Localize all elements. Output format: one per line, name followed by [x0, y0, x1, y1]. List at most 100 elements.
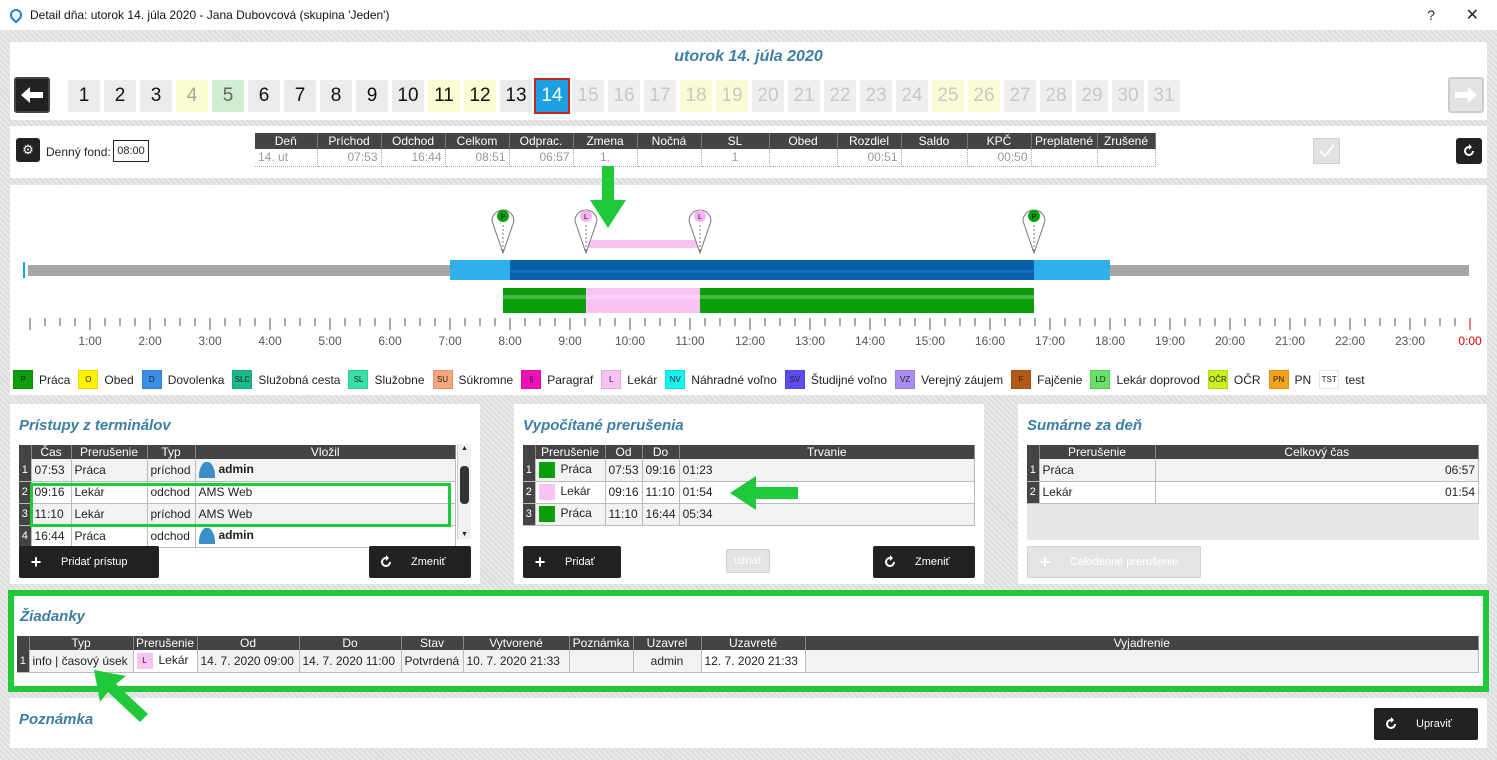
- confirm-check-button[interactable]: [1313, 138, 1340, 164]
- requests-title: Žiadanky: [20, 608, 86, 625]
- interruption-from: 09:16: [605, 481, 643, 504]
- legend-item-4: SL Služobne: [348, 370, 425, 389]
- arrow-left-icon: [21, 87, 43, 103]
- timeline-panel: P L L P 1:00 2:00 3:00 4:00 5:00 6:00 7:00 8:00 9:00…: [10, 185, 1487, 395]
- close-button[interactable]: ✕: [1466, 5, 1479, 25]
- legend-label: Fajčenie: [1037, 372, 1083, 387]
- scroll-up-icon[interactable]: ▲: [458, 445, 471, 452]
- day-summary-panel: ⚙ Denný fond: 08:00 Deň Príchod Odchod Celk…: [10, 126, 1487, 178]
- approve-button[interactable]: uznať: [726, 549, 770, 573]
- legend-swatch: SV: [784, 370, 805, 389]
- table-row[interactable]: 1 Práca 06:57: [1027, 459, 1479, 482]
- legend-item-1: O Obed: [78, 370, 134, 389]
- table-row[interactable]: 2 Lekár 01:54: [1027, 481, 1479, 504]
- total-time: 06:57: [1155, 459, 1479, 482]
- interruption-bar-2[interactable]: [700, 288, 1034, 313]
- check-icon: [1318, 144, 1335, 158]
- day-4[interactable]: 4: [176, 80, 208, 112]
- day-22[interactable]: 22: [824, 80, 856, 112]
- legend-item-2: D Dovolenka: [141, 370, 225, 389]
- legend-swatch: VZ: [895, 370, 916, 389]
- day-21[interactable]: 21: [788, 80, 820, 112]
- day-3[interactable]: 3: [140, 80, 172, 112]
- day-25[interactable]: 25: [932, 80, 964, 112]
- table-row[interactable]: 4 16:44 Práca odchod admin: [19, 525, 456, 548]
- day-fund-value[interactable]: 08:00: [113, 140, 149, 162]
- col-time: Čas: [31, 445, 72, 459]
- table-row[interactable]: 1 07:53 Práca príchod admin: [19, 459, 456, 482]
- day-18[interactable]: 18: [680, 80, 712, 112]
- change-access-button[interactable]: Zmeniť: [369, 546, 471, 578]
- legend-item-8: NV Náhradné voľno: [665, 370, 777, 389]
- col-type: Typ: [147, 445, 196, 459]
- approve-label: uznať: [734, 555, 762, 567]
- refresh-icon: [375, 551, 397, 573]
- day-13[interactable]: 13: [500, 80, 532, 112]
- day-1[interactable]: 1: [68, 80, 100, 112]
- interruption-bar-0[interactable]: [503, 288, 586, 313]
- day-26[interactable]: 26: [968, 80, 1000, 112]
- legend-swatch: §: [521, 370, 542, 389]
- day-5[interactable]: 5: [212, 80, 244, 112]
- scroll-down-icon[interactable]: ▼: [458, 531, 471, 538]
- prev-day-button[interactable]: [14, 77, 50, 113]
- fullday-interruption-label: Celodenné prerušenie: [1070, 556, 1179, 568]
- hour-label-7: 8:00: [498, 334, 522, 348]
- interruption-cell: Lekár: [535, 481, 606, 504]
- share-nodes-icon[interactable]: ⚙: [16, 138, 40, 162]
- day-12[interactable]: 12: [464, 80, 496, 112]
- day-30[interactable]: 30: [1112, 80, 1144, 112]
- window-title: Detail dňa: utorok 14. júla 2020 - Jana …: [30, 8, 390, 22]
- legend-label: Dovolenka: [167, 372, 225, 387]
- day-31[interactable]: 31: [1148, 80, 1180, 112]
- day-28[interactable]: 28: [1040, 80, 1072, 112]
- next-day-button[interactable]: [1448, 77, 1484, 113]
- refresh-button[interactable]: [1456, 138, 1482, 164]
- legend-label: Práca: [39, 372, 71, 387]
- day-19[interactable]: 19: [716, 80, 748, 112]
- day-11[interactable]: 11: [428, 80, 460, 112]
- change-interruption-button[interactable]: Zmeniť: [873, 546, 975, 578]
- request-bar-1[interactable]: [586, 240, 700, 248]
- day-7[interactable]: 7: [284, 80, 316, 112]
- shift-core-stripe: [510, 270, 1034, 273]
- summary-header-3: Celkom: [445, 133, 510, 149]
- col-num: [19, 445, 32, 459]
- add-access-label: Pridať prístup: [61, 556, 128, 568]
- day-23[interactable]: 23: [860, 80, 892, 112]
- day-17[interactable]: 17: [644, 80, 676, 112]
- day-27[interactable]: 27: [1004, 80, 1036, 112]
- fullday-interruption-button[interactable]: + Celodenné prerušenie: [1027, 546, 1201, 578]
- day-6[interactable]: 6: [248, 80, 280, 112]
- edit-note-button[interactable]: Upraviť: [1374, 708, 1478, 740]
- day-9[interactable]: 9: [356, 80, 388, 112]
- day-14[interactable]: 14: [534, 78, 570, 114]
- col-num: [17, 636, 30, 650]
- timeline-chart[interactable]: P L L P1:00 2:00 3:00 4:00 5:00 6:00 7:00 8:00 9:00…: [10, 185, 1487, 365]
- add-interruption-button[interactable]: + Pridať: [523, 546, 621, 578]
- legend-swatch: F: [1011, 370, 1032, 389]
- scroll-thumb[interactable]: [460, 466, 469, 504]
- col-total: Celkový čas: [1155, 445, 1479, 459]
- day-24[interactable]: 24: [896, 80, 928, 112]
- timeline-start-marker: [23, 262, 25, 278]
- day-16[interactable]: 16: [608, 80, 640, 112]
- legend-item-0: P Práca: [13, 370, 70, 389]
- terminal-access-scrollbar[interactable]: ▲ ▼: [457, 444, 471, 539]
- day-selector: 1 2 3 4 5 6 7 8 9 10 11 12 13 14 15 16 17 18 19 20 21 22 23 24 2…: [68, 78, 1184, 114]
- day-2[interactable]: 2: [104, 80, 136, 112]
- hour-label-17: 18:00: [1095, 334, 1125, 348]
- summary-value-7: 1: [701, 149, 770, 167]
- add-access-button[interactable]: + Pridať prístup: [19, 546, 159, 578]
- day-8[interactable]: 8: [320, 80, 352, 112]
- day-15[interactable]: 15: [572, 80, 604, 112]
- interruption-bar-1[interactable]: [586, 288, 700, 313]
- help-button[interactable]: ?: [1427, 7, 1435, 23]
- day-10[interactable]: 10: [392, 80, 424, 112]
- day-29[interactable]: 29: [1076, 80, 1108, 112]
- day-20[interactable]: 20: [752, 80, 784, 112]
- table-row[interactable]: 1 info | časový úsek L Lekár 14. 7. 2020 09:…: [17, 650, 1479, 673]
- access-time: 07:53: [31, 459, 72, 482]
- interruption-duration: 01:23: [679, 459, 976, 482]
- hour-label-22: 23:00: [1395, 334, 1425, 348]
